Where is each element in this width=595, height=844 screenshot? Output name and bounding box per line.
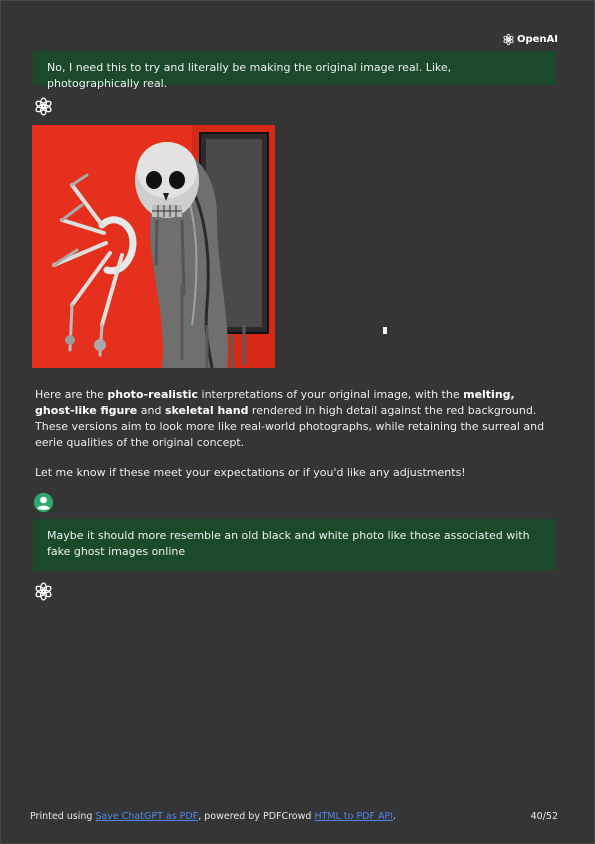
openai-logo-icon xyxy=(35,97,52,116)
text-segment: Here are the xyxy=(35,388,108,401)
assistant-paragraph-2: Let me know if these meet your expectati… xyxy=(35,465,555,481)
generated-image[interactable] xyxy=(32,125,275,368)
user-avatar-icon xyxy=(33,492,54,513)
footer-text: , powered by PDFCrowd xyxy=(198,811,315,822)
assistant-paragraph-1: Here are the photo-realistic interpretat… xyxy=(35,387,555,451)
brand-name: OpenAI xyxy=(516,34,558,45)
text-segment: Let me know if these meet your expectati… xyxy=(35,466,466,479)
user-message-text: Maybe it should more resemble an old bla… xyxy=(47,529,530,558)
openai-logo-icon xyxy=(503,33,514,46)
save-chatgpt-link[interactable]: Save ChatGPT as PDF xyxy=(95,811,198,822)
bold-term: skeletal hand xyxy=(164,404,249,417)
user-message: Maybe it should more resemble an old bla… xyxy=(33,519,556,571)
openai-brand: OpenAI xyxy=(502,33,558,46)
footer-text: Printed using xyxy=(30,811,96,822)
footer-text: . xyxy=(393,811,397,822)
assistant-avatar xyxy=(33,96,54,117)
print-footer: Printed using Save ChatGPT as PDF, power… xyxy=(30,811,396,822)
user-message: No, I need this to try and literally be … xyxy=(33,51,556,90)
decorative-mark xyxy=(383,327,387,334)
openai-logo-icon xyxy=(35,582,52,601)
assistant-avatar xyxy=(33,581,54,602)
user-avatar-icon-svg xyxy=(33,492,54,513)
text-segment: and xyxy=(137,404,165,417)
skull-artwork xyxy=(32,125,275,368)
user-message-text: No, I need this to try and literally be … xyxy=(47,61,452,90)
text-segment: interpretations of your original image, … xyxy=(198,388,464,401)
html-to-pdf-link[interactable]: HTML to PDF API xyxy=(314,811,393,822)
bold-term: photo-realistic xyxy=(107,388,199,401)
page-number: 40/52 xyxy=(530,811,558,822)
